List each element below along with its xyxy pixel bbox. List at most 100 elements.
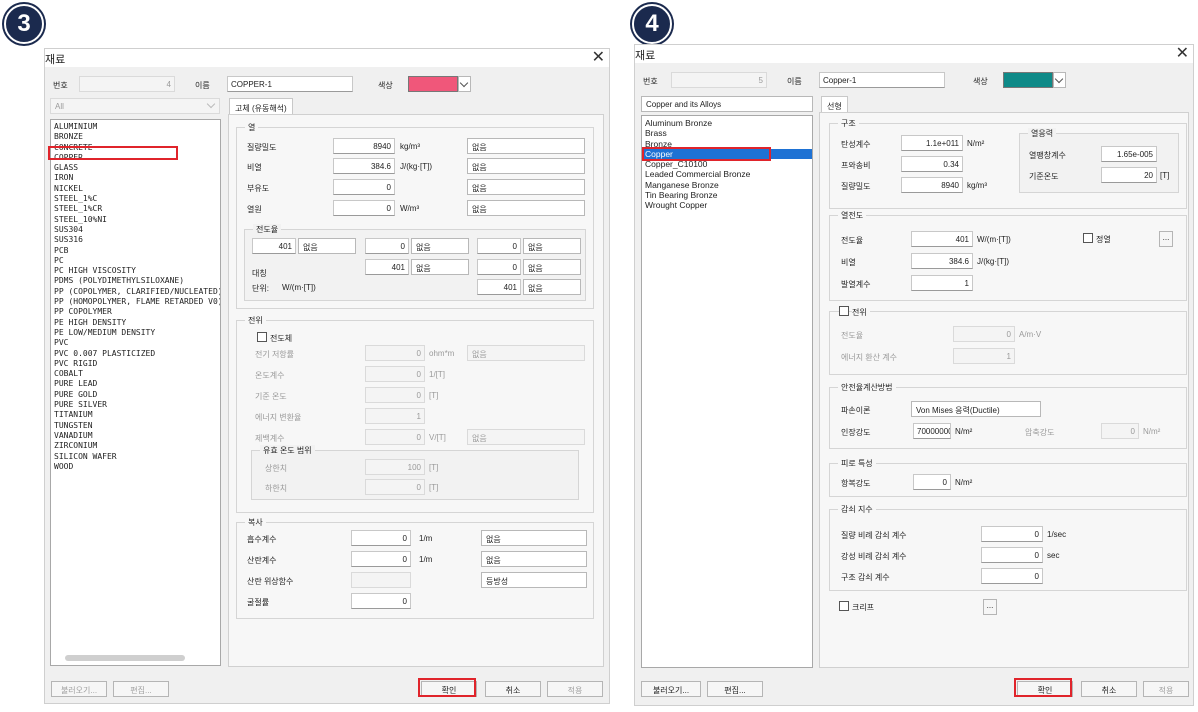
resistivity-input[interactable]: 0: [365, 345, 425, 361]
density-input[interactable]: 8940: [333, 138, 395, 154]
list-item[interactable]: Aluminum Bronze: [642, 118, 812, 128]
yield-input[interactable]: 0: [913, 474, 951, 490]
list-item[interactable]: COBALT: [51, 369, 220, 379]
elastic-input[interactable]: 1.1e+011: [901, 135, 963, 151]
cond-yz-option[interactable]: 없음: [523, 259, 581, 275]
apply-button[interactable]: 적용: [547, 681, 603, 697]
list-item[interactable]: Brass: [642, 128, 812, 138]
color-dropdown[interactable]: [458, 76, 471, 92]
heat-source-input[interactable]: 0: [333, 200, 395, 216]
absorption-option[interactable]: 없음: [481, 530, 587, 546]
cond-xx-option[interactable]: 없음: [298, 238, 356, 254]
seebeck-input[interactable]: 0: [365, 429, 425, 445]
temp-coef-input[interactable]: 0: [365, 366, 425, 382]
cond-xz-option[interactable]: 없음: [523, 238, 581, 254]
electric-checkbox[interactable]: [839, 306, 849, 316]
tab-linear[interactable]: 선형: [821, 96, 848, 112]
dynamic-checkbox[interactable]: [1083, 233, 1093, 243]
load-button[interactable]: 불러오기...: [51, 681, 107, 697]
list-item[interactable]: GLASS: [51, 163, 220, 173]
buoyancy-input[interactable]: 0: [333, 179, 395, 195]
close-icon[interactable]: ✕: [592, 47, 605, 67]
tab-solid-flow[interactable]: 고체 (유동해석): [229, 98, 293, 114]
list-item[interactable]: WOOD: [51, 462, 220, 472]
ref-temp-input[interactable]: 20: [1101, 167, 1157, 183]
cancel-button[interactable]: 취소: [485, 681, 541, 697]
list-item[interactable]: TITANIUM: [51, 410, 220, 420]
lower-limit-input[interactable]: 0: [365, 479, 425, 495]
cond-zz-input[interactable]: 401: [477, 279, 521, 295]
cond-xx-input[interactable]: 401: [252, 238, 296, 254]
heat-more-button[interactable]: ...: [1159, 231, 1173, 247]
compressive-input[interactable]: 0: [1101, 423, 1139, 439]
conductivity-input[interactable]: 401: [911, 231, 973, 247]
list-item[interactable]: PURE LEAD: [51, 379, 220, 389]
scattering-option[interactable]: 없음: [481, 551, 587, 567]
cond-yz-input[interactable]: 0: [477, 259, 521, 275]
conductor-checkbox[interactable]: [257, 332, 267, 342]
phase-function-option[interactable]: 등방성: [481, 572, 587, 588]
list-item[interactable]: PVC: [51, 338, 220, 348]
list-item[interactable]: STEEL_10%NI: [51, 215, 220, 225]
energy-conv-input[interactable]: 1: [365, 408, 425, 424]
list-item[interactable]: PE LOW/MEDIUM DENSITY: [51, 328, 220, 338]
cancel-button[interactable]: 취소: [1081, 681, 1137, 697]
heat-source-option[interactable]: 없음: [467, 200, 585, 216]
list-item[interactable]: STEEL_1%CR: [51, 204, 220, 214]
list-item[interactable]: SUS304: [51, 225, 220, 235]
list-item[interactable]: NICKEL: [51, 184, 220, 194]
material-list[interactable]: ALUMINIUM BRONZE CONCRETE COPPER GLASS IRON NI…: [50, 119, 221, 666]
list-item[interactable]: Manganese Bronze: [642, 180, 812, 190]
cond-xy-option[interactable]: 없음: [411, 238, 469, 254]
list-item[interactable]: TUNGSTEN: [51, 421, 220, 431]
library-dropdown[interactable]: Copper and its Alloys: [641, 96, 813, 112]
cond-zz-option[interactable]: 없음: [523, 279, 581, 295]
cond-xz-input[interactable]: 0: [477, 238, 521, 254]
specific-heat-input[interactable]: 384.6: [333, 158, 395, 174]
list-item[interactable]: PP (COPOLYMER, CLARIFIED/NUCLEATED): [51, 287, 220, 297]
list-item[interactable]: Leaded Commercial Bronze: [642, 169, 812, 179]
list-item[interactable]: STEEL_1%C: [51, 194, 220, 204]
ref-temp-input[interactable]: 0: [365, 387, 425, 403]
color-swatch[interactable]: [408, 76, 458, 92]
list-item[interactable]: ZIRCONIUM: [51, 441, 220, 451]
creep-checkbox[interactable]: [839, 601, 849, 611]
load-button[interactable]: 불러오기...: [641, 681, 701, 697]
buoyancy-option[interactable]: 없음: [467, 179, 585, 195]
list-item[interactable]: PVC RIGID: [51, 359, 220, 369]
specific-heat-input[interactable]: 384.6: [911, 253, 973, 269]
list-item[interactable]: PURE SILVER: [51, 400, 220, 410]
list-item[interactable]: BRONZE: [51, 132, 220, 142]
failure-theory-dropdown[interactable]: Von Mises 응력(Ductile): [911, 401, 1041, 417]
color-swatch[interactable]: [1003, 72, 1053, 88]
name-input[interactable]: COPPER-1: [227, 76, 353, 92]
list-item[interactable]: PDMS (POLYDIMETHYLSILOXANE): [51, 276, 220, 286]
list-item[interactable]: PURE GOLD: [51, 390, 220, 400]
list-item[interactable]: PCB: [51, 246, 220, 256]
list-item[interactable]: PC: [51, 256, 220, 266]
library-dropdown[interactable]: All: [50, 98, 220, 114]
elec-cond-input[interactable]: 0: [953, 326, 1015, 342]
emission-input[interactable]: 1: [911, 275, 973, 291]
seebeck-option[interactable]: 없음: [467, 429, 585, 445]
close-icon[interactable]: ✕: [1176, 43, 1189, 63]
structural-damping-input[interactable]: 0: [981, 568, 1043, 584]
specific-heat-option[interactable]: 없음: [467, 158, 585, 174]
refraction-input[interactable]: 0: [351, 593, 411, 609]
edit-button[interactable]: 편집...: [707, 681, 763, 697]
name-input[interactable]: Copper-1: [819, 72, 945, 88]
absorption-input[interactable]: 0: [351, 530, 411, 546]
poisson-input[interactable]: 0.34: [901, 156, 963, 172]
mass-damping-input[interactable]: 0: [981, 526, 1043, 542]
stiffness-damping-input[interactable]: 0: [981, 547, 1043, 563]
color-dropdown[interactable]: [1053, 72, 1066, 88]
upper-limit-input[interactable]: 100: [365, 459, 425, 475]
list-item[interactable]: PP (HOMOPOLYMER, FLAME RETARDED V0): [51, 297, 220, 307]
cond-yy-input[interactable]: 401: [365, 259, 409, 275]
cond-yy-option[interactable]: 없음: [411, 259, 469, 275]
density-option[interactable]: 없음: [467, 138, 585, 154]
resistivity-option[interactable]: 없음: [467, 345, 585, 361]
list-item[interactable]: PE HIGH DENSITY: [51, 318, 220, 328]
scattering-input[interactable]: 0: [351, 551, 411, 567]
density-input[interactable]: 8940: [901, 177, 963, 193]
